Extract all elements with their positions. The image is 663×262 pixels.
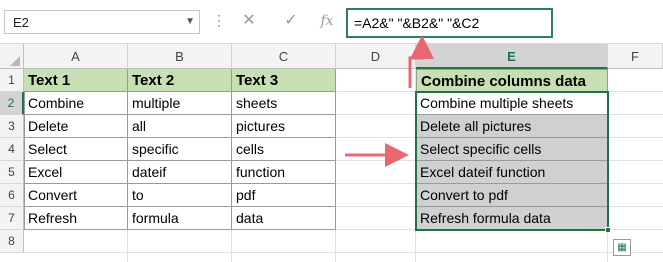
cell-c5[interactable]: function: [232, 161, 336, 184]
row-header-1[interactable]: 1: [0, 69, 24, 92]
header-cell-text1[interactable]: Text 1: [24, 69, 128, 92]
row-header-7[interactable]: 7: [0, 207, 24, 230]
column-header-a[interactable]: A: [24, 44, 128, 69]
row-header-8[interactable]: 8: [0, 230, 24, 253]
header-cell-combine[interactable]: Combine columns data: [416, 69, 608, 92]
select-all-button[interactable]: [0, 44, 24, 69]
column-header-d[interactable]: D: [336, 44, 416, 69]
formula-text: =A2&" "&B2&" "&C2: [354, 15, 480, 31]
cell-b5[interactable]: dateif: [128, 161, 232, 184]
cell-c7[interactable]: data: [232, 207, 336, 230]
quick-analysis-icon[interactable]: ▦: [613, 239, 631, 256]
name-box-value: E2: [13, 15, 29, 30]
column-header-e[interactable]: E: [416, 44, 608, 69]
cell-c3[interactable]: pictures: [232, 115, 336, 138]
name-box[interactable]: E2 ▼: [4, 10, 200, 34]
fx-icon[interactable]: fx: [314, 9, 340, 33]
row-header-4[interactable]: 4: [0, 138, 24, 161]
close-icon[interactable]: ✕: [236, 9, 262, 33]
cell-a2[interactable]: Combine: [24, 92, 128, 115]
cell-a4[interactable]: Select: [24, 138, 128, 161]
cell-e5[interactable]: Excel dateif function: [416, 161, 608, 184]
cell-a7[interactable]: Refresh: [24, 207, 128, 230]
chevron-down-icon[interactable]: ▼: [185, 16, 195, 27]
header-cell-text3[interactable]: Text 3: [232, 69, 336, 92]
cell-c2[interactable]: sheets: [232, 92, 336, 115]
cell-e7[interactable]: Refresh formula data: [416, 207, 608, 230]
formula-bar: E2 ▼ ⋮ ✕ ✓ fx =A2&" "&B2&" "&C2: [0, 0, 663, 43]
worksheet-grid[interactable]: Text 1 Text 2 Text 3 Combine columns dat…: [24, 69, 663, 262]
cell-a3[interactable]: Delete: [24, 115, 128, 138]
cell-b6[interactable]: to: [128, 184, 232, 207]
more-options-icon: ⋮: [212, 12, 226, 28]
cell-c6[interactable]: pdf: [232, 184, 336, 207]
cell-b2[interactable]: multiple: [128, 92, 232, 115]
column-header-b[interactable]: B: [128, 44, 232, 69]
header-cell-text2[interactable]: Text 2: [128, 69, 232, 92]
row-header-3[interactable]: 3: [0, 115, 24, 138]
check-icon[interactable]: ✓: [278, 9, 304, 33]
cell-a6[interactable]: Convert: [24, 184, 128, 207]
column-header-f[interactable]: F: [608, 44, 663, 69]
cell-a5[interactable]: Excel: [24, 161, 128, 184]
column-header-row: A B C D E F: [0, 43, 663, 69]
row-header-5[interactable]: 5: [0, 161, 24, 184]
cell-b4[interactable]: specific: [128, 138, 232, 161]
cell-e4[interactable]: Select specific cells: [416, 138, 608, 161]
cell-b3[interactable]: all: [128, 115, 232, 138]
fill-handle[interactable]: [605, 227, 611, 233]
row-header-6[interactable]: 6: [0, 184, 24, 207]
cell-b7[interactable]: formula: [128, 207, 232, 230]
cell-c4[interactable]: cells: [232, 138, 336, 161]
formula-input[interactable]: =A2&" "&B2&" "&C2: [346, 8, 553, 38]
cell-e2[interactable]: Combine multiple sheets: [416, 92, 608, 115]
cell-e6[interactable]: Convert to pdf: [416, 184, 608, 207]
row-header-2[interactable]: 2: [0, 92, 24, 115]
cell-e3[interactable]: Delete all pictures: [416, 115, 608, 138]
column-header-c[interactable]: C: [232, 44, 336, 69]
